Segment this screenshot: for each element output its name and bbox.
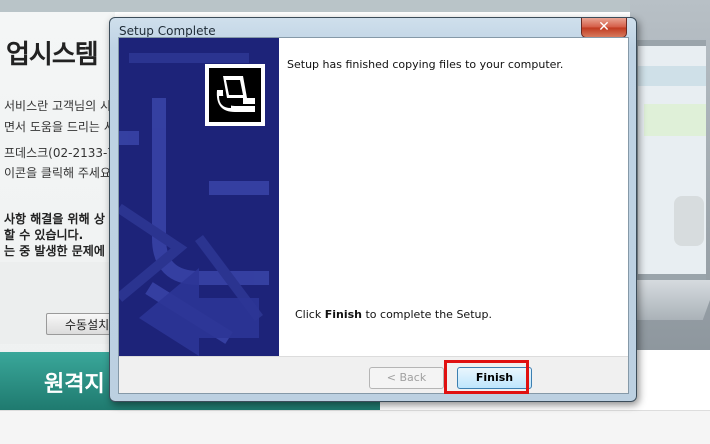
setup-logo (205, 64, 265, 126)
setup-banner-image (119, 38, 279, 356)
back-button[interactable]: < Back (369, 367, 444, 389)
instruction-prefix: Click (295, 308, 325, 321)
background-page-title: 업시스템 (6, 40, 99, 70)
background-top-band (0, 0, 710, 12)
setup-finished-message: Setup has finished copying files to your… (287, 58, 564, 71)
background-bottom-bar (0, 410, 710, 444)
finish-button-highlight (444, 360, 529, 394)
instruction-finish-word: Finish (324, 308, 362, 321)
setup-complete-dialog: Setup Complete ✕ Setup has finished copy… (109, 17, 637, 402)
close-button[interactable]: ✕ (581, 18, 627, 38)
background-teal-text: 원격지 (44, 372, 105, 397)
dialog-button-bar: < Back Finish (119, 356, 628, 393)
background-text-line: 서비스란 고객님의 시 (4, 99, 111, 113)
dialog-title: Setup Complete (119, 24, 216, 38)
instruction-suffix: to complete the Setup. (361, 308, 492, 321)
click-finish-instruction: Click Finish to complete the Setup. (295, 308, 492, 321)
background-text-line: 면서 도움을 드리는 서 (4, 120, 115, 134)
background-text-line: 이콘을 클릭해 주세요. (4, 166, 115, 180)
laptop-green-block (644, 104, 706, 136)
laptop-header-strip (638, 66, 706, 86)
dialog-client-area: Setup has finished copying files to your… (118, 37, 629, 394)
background-bold-line: 할 수 있습니다. (4, 228, 84, 242)
close-icon: ✕ (598, 19, 610, 35)
laptop-map-shape (674, 196, 704, 246)
background-bold-line: 는 중 발생한 문제에 (4, 244, 105, 258)
background-laptop-screen (632, 40, 706, 280)
setup-logo-icon (209, 68, 261, 122)
background-bold-line: 사항 해결을 위해 상 (4, 212, 105, 226)
